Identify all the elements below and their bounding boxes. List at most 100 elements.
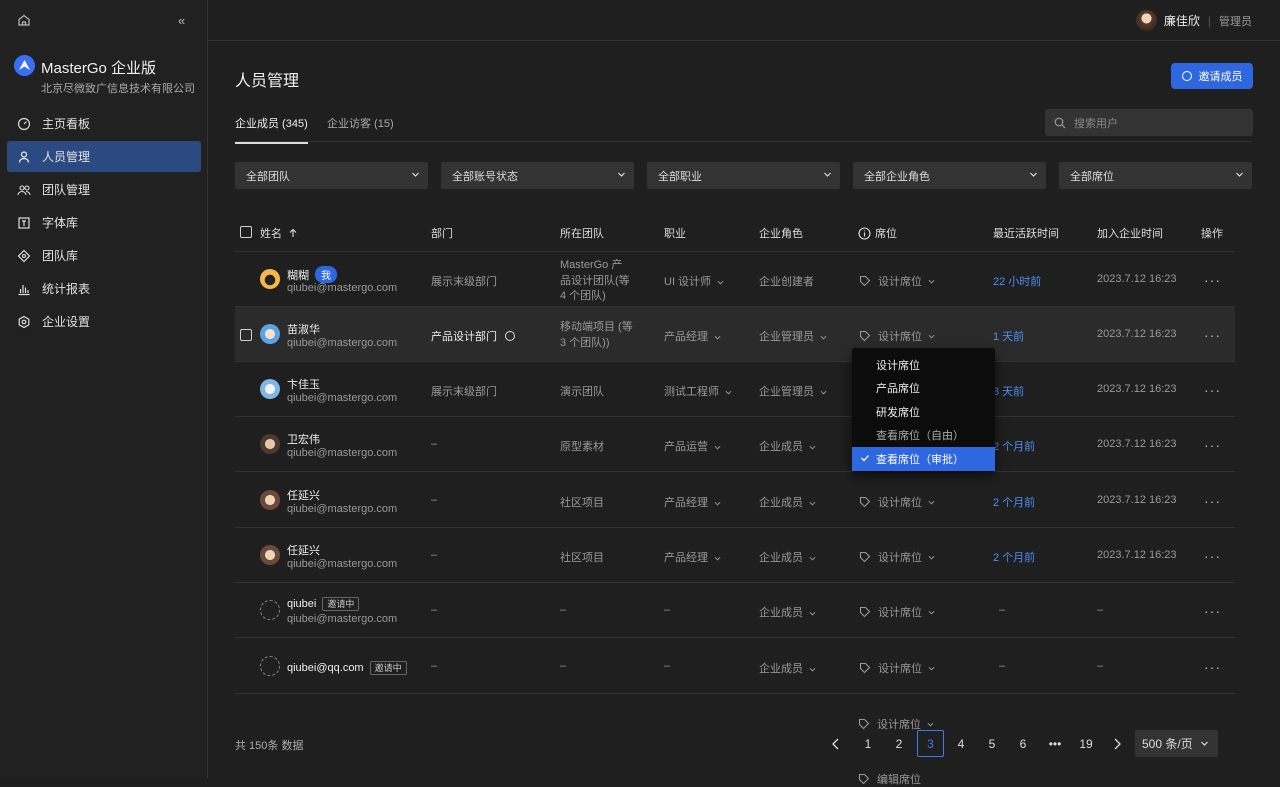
page-button[interactable]: 5 [982, 730, 1002, 757]
seat-select[interactable]: 设计席位 [859, 328, 935, 344]
more-actions-icon[interactable]: ··· [1204, 382, 1221, 398]
job-select[interactable]: UI 设计师 [664, 273, 724, 289]
more-actions-icon[interactable]: ··· [1204, 548, 1221, 564]
table-row[interactable]: qiubei 邀请中 qiubei@mastergo.com – – – 企业成员… [235, 583, 1235, 638]
tab-guests[interactable]: 企业访客 (15) [327, 115, 394, 142]
job-select[interactable]: 产品运营 [664, 438, 721, 454]
chevron-down-icon [618, 172, 625, 177]
job-label: 产品运营 [664, 441, 708, 453]
brand-name: MasterGo 企业版 [41, 60, 157, 77]
table-row[interactable]: 任延兴 qiubei@mastergo.com – 社区项目 产品经理 企业成员… [235, 473, 1235, 528]
font-library-icon [18, 216, 30, 229]
role-select[interactable]: 企业管理员 [759, 383, 827, 399]
team: – [560, 660, 567, 672]
user-menu[interactable]: 廉佳欣 | 管理员 [1135, 10, 1252, 31]
role-select[interactable]: 企业成员 [759, 438, 816, 454]
more-actions-icon[interactable]: ··· [1204, 493, 1221, 509]
page-button[interactable]: 6 [1013, 730, 1033, 757]
table-row[interactable]: 任延兴 qiubei@mastergo.com – 社区项目 产品经理 企业成员… [235, 528, 1235, 583]
seat-select[interactable]: 设计席位 [859, 604, 935, 620]
filter-team[interactable]: 全部团队 [235, 162, 428, 189]
department: – [431, 604, 438, 616]
collapse-sidebar-icon[interactable]: « [178, 13, 185, 28]
job-select[interactable]: 测试工程师 [664, 383, 732, 399]
seat-option-product[interactable]: 产品席位 [852, 377, 995, 401]
next-page-button[interactable] [1107, 730, 1127, 757]
select-all-checkbox[interactable] [240, 226, 252, 238]
team-library-icon [17, 249, 31, 262]
mastergo-logo-icon [14, 55, 35, 76]
chevron-down-icon [717, 280, 724, 285]
page-button[interactable]: 19 [1075, 730, 1097, 757]
team[interactable]: 移动端项目 (等 3 个团队)) [560, 320, 633, 351]
filter-account-status[interactable]: 全部账号状态 [441, 162, 634, 189]
role-select[interactable]: 企业成员 [759, 494, 816, 510]
seat-option-view-free[interactable]: 查看席位（自由） [852, 424, 995, 448]
sidebar-item-teams[interactable]: 团队管理 [7, 174, 201, 205]
seat-select[interactable]: 设计席位 [859, 273, 935, 289]
seat-select[interactable]: 设计席位 [859, 549, 935, 565]
avatar [260, 269, 280, 289]
department: – [431, 494, 438, 506]
column-name[interactable]: 姓名 [260, 225, 298, 241]
tab-members[interactable]: 企业成员 (345) [235, 115, 308, 144]
row-checkbox[interactable] [240, 329, 252, 341]
department[interactable]: 产品设计部门 [431, 328, 515, 344]
sidebar-item-settings[interactable]: 企业设置 [7, 306, 201, 337]
seat-select[interactable]: 设计席位 [859, 494, 935, 510]
filter-label: 全部职业 [658, 170, 702, 183]
prev-page-button[interactable] [826, 730, 846, 757]
more-actions-icon[interactable]: ··· [1204, 603, 1221, 619]
seat-option-view-approval[interactable]: 查看席位（审批） [852, 447, 995, 471]
info-icon[interactable] [858, 226, 871, 240]
search-input[interactable]: 搜索用户 [1045, 109, 1253, 136]
filter-job[interactable]: 全部职业 [647, 162, 840, 189]
sidebar-item-reports[interactable]: 统计报表 [7, 273, 201, 304]
sidebar-item-members[interactable]: 人员管理 [7, 141, 201, 172]
page-button[interactable]: 2 [889, 730, 909, 757]
page-size-select[interactable]: 500 条/页 [1135, 730, 1218, 757]
role-select[interactable]: 企业成员 [759, 660, 816, 676]
avatar [260, 434, 280, 454]
member-email: qiubei@mastergo.com [287, 447, 398, 459]
option-label: 查看席位（审批） [876, 453, 964, 466]
more-actions-icon[interactable]: ··· [1204, 437, 1221, 453]
seat-select[interactable]: 编辑席位 [858, 771, 921, 787]
chevron-down-icon [1236, 172, 1243, 177]
user-icon [18, 150, 30, 163]
more-pages-icon[interactable]: ••• [1043, 730, 1067, 757]
chevron-down-icon [928, 610, 935, 614]
table-row[interactable]: 糊糊我 qiubei@mastergo.com 展示末级部门 MasterGo … [235, 252, 1235, 307]
sidebar-item-dashboard[interactable]: 主页看板 [7, 108, 201, 139]
page-button[interactable]: 4 [951, 730, 971, 757]
more-actions-icon[interactable]: ··· [1204, 659, 1221, 675]
filter-role[interactable]: 全部企业角色 [853, 162, 1046, 189]
sidebar-item-team-library[interactable]: 团队库 [7, 240, 201, 271]
seat-tag-icon [859, 496, 871, 508]
avatar [260, 545, 280, 565]
role-select[interactable]: 企业成员 [759, 604, 816, 620]
table-row[interactable]: 卫宏伟 qiubei@mastergo.com – 原型素材 产品运营 企业成员… [235, 417, 1235, 472]
seat-select[interactable]: 设计席位 [859, 660, 935, 676]
invite-member-button[interactable]: 邀请成员 [1171, 63, 1253, 89]
home-icon[interactable] [17, 13, 31, 27]
more-actions-icon[interactable]: ··· [1204, 327, 1221, 343]
filter-seat[interactable]: 全部席位 [1059, 162, 1252, 189]
table-row[interactable]: 苗淑华 qiubei@mastergo.com 产品设计部门 移动端项目 (等 … [235, 307, 1235, 362]
seat-option-design[interactable]: 设计席位 [852, 353, 995, 377]
divider: | [1207, 13, 1211, 28]
page-button-current[interactable]: 3 [917, 730, 944, 757]
table-row[interactable]: qiubei@qq.com 邀请中 – – – 企业成员 设计席位 – – ··· [235, 639, 1235, 694]
sidebar-item-font-library[interactable]: 字体库 [7, 207, 201, 238]
seat-tag-icon [858, 773, 870, 785]
seat-option-dev[interactable]: 研发席位 [852, 400, 995, 424]
page-button[interactable]: 1 [858, 730, 878, 757]
job-select[interactable]: 产品经理 [664, 328, 721, 344]
job-select[interactable]: 产品经理 [664, 494, 721, 510]
role-select[interactable]: 企业成员 [759, 549, 816, 565]
team[interactable]: MasterGo 产品设计团队(等 4 个团队) [560, 258, 630, 305]
table-row[interactable]: 卞佳玉 qiubei@mastergo.com 展示末级部门 演示团队 测试工程… [235, 362, 1235, 417]
role-select[interactable]: 企业管理员 [759, 328, 827, 344]
job-select[interactable]: 产品经理 [664, 549, 721, 565]
more-actions-icon[interactable]: ··· [1204, 272, 1221, 288]
